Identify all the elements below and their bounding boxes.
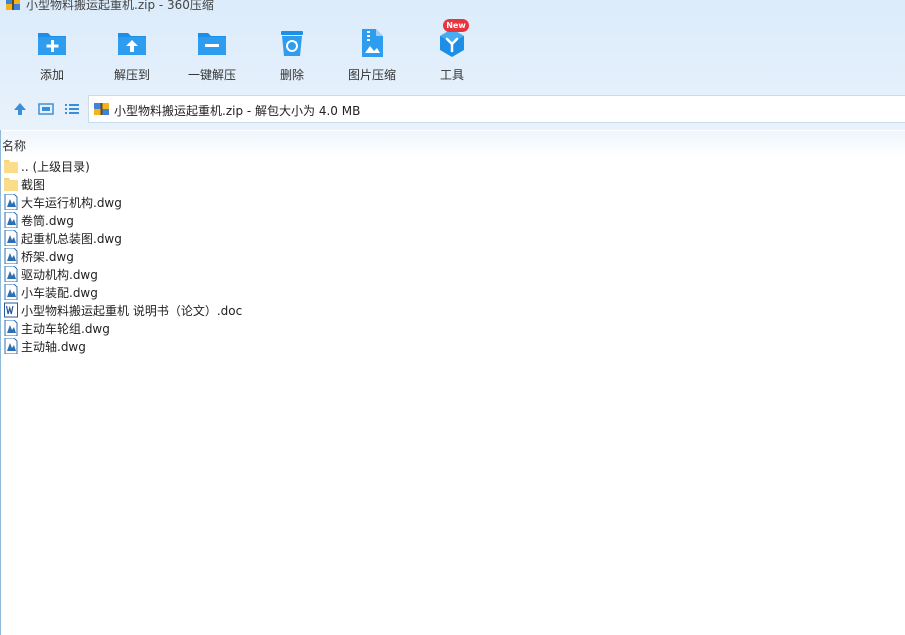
dwg-file-icon	[4, 247, 18, 265]
name-column-header[interactable]: 名称	[2, 137, 26, 154]
image-compress-icon	[356, 27, 388, 59]
add-button[interactable]: 添加	[12, 22, 92, 84]
list-view-icon[interactable]	[63, 100, 81, 118]
file-name: 大车运行机构.dwg	[21, 196, 122, 210]
list-item[interactable]: 桥架.dwg	[0, 247, 400, 265]
title-bar: 小型物料搬运起重机.zip - 360压缩	[0, 0, 905, 14]
file-name: 小型物料搬运起重机 说明书（论文）.doc	[21, 304, 243, 318]
one-click-extract-button[interactable]: 一键解压	[172, 22, 252, 84]
tools-label: 工具	[439, 68, 464, 82]
path-text: 小型物料搬运起重机.zip - 解包大小为 4.0 MB	[114, 104, 361, 118]
list-item[interactable]: 驱动机构.dwg	[0, 265, 400, 283]
tools-button[interactable]: New 工具	[412, 19, 492, 84]
image-compress-label: 图片压缩	[347, 68, 396, 82]
archive-icon	[6, 0, 20, 11]
add-label: 添加	[39, 68, 64, 82]
dwg-file-icon	[4, 211, 18, 229]
extract-to-icon	[116, 27, 148, 59]
dwg-file-icon	[4, 193, 18, 211]
new-badge: New	[443, 19, 469, 32]
folder-icon	[4, 158, 18, 174]
dwg-file-icon	[4, 337, 18, 355]
file-name: 起重机总装图.dwg	[21, 232, 122, 246]
file-name: 驱动机构.dwg	[21, 268, 98, 282]
thumbnail-view-icon[interactable]	[37, 100, 55, 118]
delete-icon	[276, 27, 308, 59]
list-item[interactable]: 主动车轮组.dwg	[0, 319, 400, 337]
list-item[interactable]: 小车装配.dwg	[0, 283, 400, 301]
word-doc-icon	[4, 302, 18, 318]
list-item[interactable]: 起重机总装图.dwg	[0, 229, 400, 247]
list-item[interactable]: 卷筒.dwg	[0, 211, 400, 229]
address-bar[interactable]: 小型物料搬运起重机.zip - 解包大小为 4.0 MB	[88, 95, 905, 123]
list-item[interactable]: 小型物料搬运起重机 说明书（论文）.doc	[0, 301, 400, 319]
folder-icon	[4, 176, 18, 192]
archive-icon	[94, 102, 109, 116]
window-title: 小型物料搬运起重机.zip - 360压缩	[26, 0, 214, 12]
file-name: 小车装配.dwg	[21, 286, 98, 300]
column-header: 名称	[0, 131, 905, 157]
dwg-file-icon	[4, 265, 18, 283]
file-name: .. (上级目录)	[21, 160, 90, 174]
up-arrow-icon[interactable]	[11, 100, 29, 118]
add-folder-icon	[36, 27, 68, 59]
list-item[interactable]: 大车运行机构.dwg	[0, 193, 400, 211]
delete-button[interactable]: 删除	[252, 22, 332, 84]
dwg-file-icon	[4, 319, 18, 337]
one-click-extract-icon	[196, 27, 228, 59]
file-name: 主动轴.dwg	[21, 340, 86, 354]
extract-to-label: 解压到	[113, 68, 150, 82]
dwg-file-icon	[4, 283, 18, 301]
image-compress-button[interactable]: 图片压缩	[332, 22, 412, 84]
one-click-extract-label: 一键解压	[187, 68, 236, 82]
list-item[interactable]: 主动轴.dwg	[0, 337, 400, 355]
file-name: 卷筒.dwg	[21, 214, 74, 228]
delete-label: 删除	[279, 68, 304, 82]
file-name: 截图	[21, 178, 46, 192]
list-item[interactable]: .. (上级目录)	[0, 157, 400, 175]
dwg-file-icon	[4, 229, 18, 247]
file-name: 桥架.dwg	[21, 250, 74, 264]
toolbar: 添加 解压到 一键解压 删除 图片压缩 New 工具	[0, 19, 905, 87]
list-item[interactable]: 截图	[0, 175, 400, 193]
file-name: 主动车轮组.dwg	[21, 322, 110, 336]
extract-to-button[interactable]: 解压到	[92, 22, 172, 84]
